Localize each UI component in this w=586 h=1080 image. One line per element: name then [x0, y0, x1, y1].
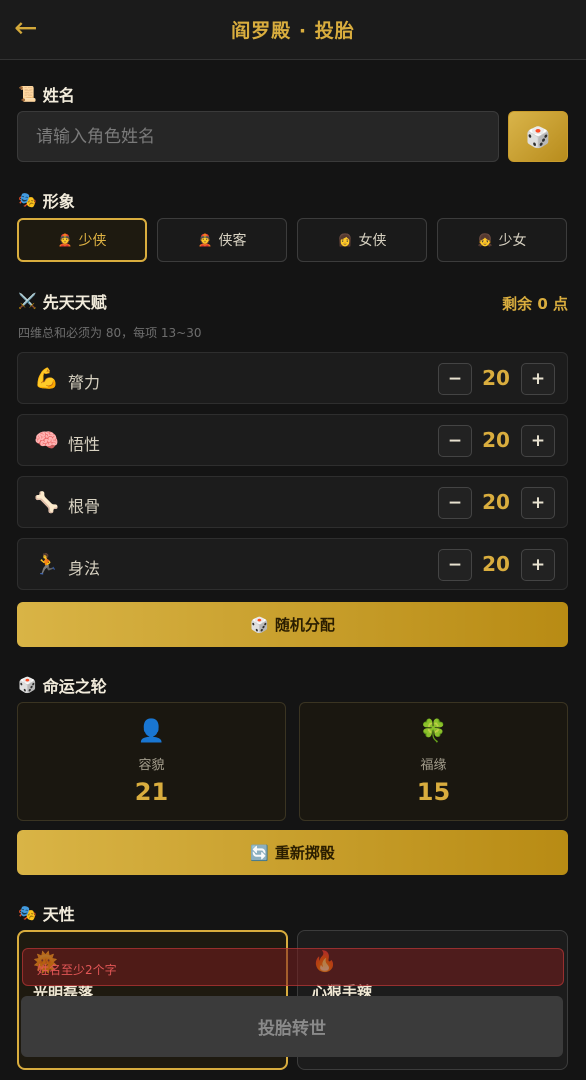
stat-row-comprehension: 🧠 悟性 − 20 +	[17, 414, 568, 466]
person-icon: 👲	[197, 233, 213, 247]
increase-button[interactable]: +	[521, 425, 555, 457]
crossed-swords-icon: ⚔️	[18, 292, 37, 310]
fate-value: 15	[416, 778, 451, 806]
fate-card-appearance: 👤 容貌 21	[17, 702, 286, 821]
decrease-button[interactable]: −	[438, 549, 472, 581]
name-section-label: 姓名	[42, 86, 75, 105]
dice-icon: 🎲	[18, 676, 37, 694]
person-silhouette-icon: 👤	[137, 719, 166, 744]
stat-label: 身法	[68, 559, 101, 578]
stat-label: 悟性	[68, 435, 101, 454]
decrease-button[interactable]: −	[438, 487, 472, 519]
name-section-title: 📜 姓名	[18, 82, 75, 106]
muscle-icon: 💪	[34, 366, 59, 390]
appearance-option-xiake[interactable]: 👲 侠客	[157, 218, 287, 262]
random-allocate-button[interactable]: 🎲 随机分配	[17, 602, 568, 647]
increase-button[interactable]: +	[521, 549, 555, 581]
stat-value: 20	[482, 366, 510, 390]
top-bar: ← 阎罗殿 · 投胎	[0, 0, 586, 60]
girl-icon: 👧	[477, 233, 493, 247]
runner-icon: 🏃	[34, 552, 59, 576]
scroll-icon: 📜	[18, 85, 37, 103]
appearance-option-label: 少侠	[78, 233, 107, 249]
appearance-option-label: 侠客	[218, 233, 247, 249]
appearance-option-shaonv[interactable]: 👧 少女	[437, 218, 567, 262]
refresh-icon: 🔄	[250, 843, 269, 862]
remaining-points: 剩余 0 点	[502, 295, 568, 313]
bone-icon: 🦴	[34, 490, 59, 514]
page-title: 阎罗殿 · 投胎	[231, 20, 355, 42]
mask-icon: 🎭	[18, 904, 37, 922]
appearance-option-label: 少女	[498, 233, 527, 249]
nature-section-label: 天性	[42, 905, 75, 924]
woman-icon: 👩	[337, 233, 353, 247]
stat-row-agility: 🏃 身法 − 20 +	[17, 538, 568, 590]
reroll-button[interactable]: 🔄 重新掷骰	[17, 830, 568, 875]
stat-label: 膂力	[68, 373, 101, 392]
appearance-option-nvxia[interactable]: 👩 女侠	[297, 218, 427, 262]
dice-icon: 🎲	[250, 615, 269, 634]
random-allocate-label: 随机分配	[274, 616, 335, 634]
nature-section-title: 🎭 天性	[18, 901, 75, 925]
stat-value: 20	[482, 490, 510, 514]
reroll-label: 重新掷骰	[274, 844, 335, 862]
random-name-button[interactable]: 🎲	[508, 111, 568, 162]
stat-value: 20	[482, 552, 510, 576]
increase-button[interactable]: +	[521, 363, 555, 395]
error-toast: 姓名至少2个字	[22, 948, 564, 986]
appearance-option-label: 女侠	[358, 233, 387, 249]
fate-label: 容貌	[138, 758, 165, 773]
talent-section-title: ⚔️ 先天天赋	[18, 289, 107, 313]
back-arrow-icon[interactable]: ←	[14, 12, 37, 44]
stat-row-constitution: 🦴 根骨 − 20 +	[17, 476, 568, 528]
increase-button[interactable]: +	[521, 487, 555, 519]
dice-icon: 🎲	[525, 124, 551, 149]
decrease-button[interactable]: −	[438, 363, 472, 395]
clover-icon: 🍀	[419, 719, 448, 744]
appearance-option-shaoxia[interactable]: 👲 少侠	[17, 218, 147, 262]
stat-label: 根骨	[68, 497, 101, 516]
name-input[interactable]	[17, 111, 499, 162]
decrease-button[interactable]: −	[438, 425, 472, 457]
appearance-section-title: 🎭 形象	[18, 188, 75, 212]
fate-section-title: 🎲 命运之轮	[18, 673, 107, 697]
stat-row-strength: 💪 膂力 − 20 +	[17, 352, 568, 404]
person-icon: 👲	[57, 233, 73, 247]
mask-icon: 🎭	[18, 191, 37, 209]
stat-value: 20	[482, 428, 510, 452]
reincarnate-button[interactable]: 投胎转世	[21, 996, 563, 1057]
fate-value: 21	[134, 778, 169, 806]
fate-card-fortune: 🍀 福缘 15	[299, 702, 568, 821]
talent-section-label: 先天天赋	[42, 293, 107, 312]
fate-section-label: 命运之轮	[42, 677, 107, 696]
talent-hint: 四维总和必须为 80，每项 13~30	[18, 326, 202, 340]
brain-icon: 🧠	[34, 428, 59, 452]
fate-label: 福缘	[420, 758, 447, 773]
appearance-section-label: 形象	[42, 192, 75, 211]
